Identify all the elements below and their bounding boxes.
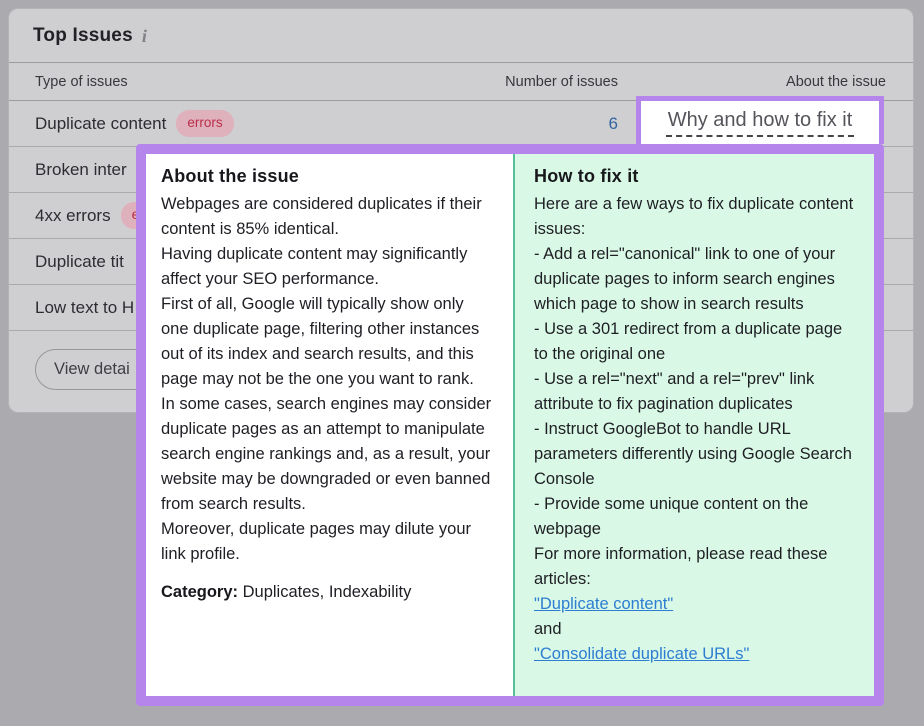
consolidate-urls-article-link[interactable]: "Consolidate duplicate URLs": [534, 645, 749, 663]
tour-highlight-inner: Why and how to fix it: [641, 101, 879, 144]
duplicate-content-article-link[interactable]: "Duplicate content": [534, 595, 673, 613]
errors-badge: errors: [176, 110, 233, 137]
category-value: Duplicates, Indexability: [243, 583, 412, 601]
how-to-fix-column: How to fix it Here are a few ways to fix…: [513, 154, 874, 696]
column-header-about: About the issue: [618, 74, 913, 90]
why-how-to-fix-link[interactable]: Why and how to fix it: [666, 109, 855, 137]
info-icon[interactable]: i: [142, 24, 147, 47]
fix-body: Here are a few ways to fix duplicate con…: [534, 192, 856, 667]
about-body: Webpages are considered duplicates if th…: [161, 192, 495, 567]
tour-highlight-frame: Why and how to fix it: [636, 96, 884, 144]
fix-heading: How to fix it: [534, 166, 856, 187]
fix-body-text: Here are a few ways to fix duplicate con…: [534, 195, 853, 588]
issue-name: Duplicate tit: [35, 252, 124, 272]
issue-name: Broken inter: [35, 160, 127, 180]
panel-titlebar: Top Issues i: [9, 9, 913, 63]
dimmed-page-backdrop: Top Issues i Type of issues Number of is…: [0, 0, 924, 726]
column-header-type: Type of issues: [9, 74, 418, 90]
issue-count-link[interactable]: 6: [609, 114, 618, 133]
column-header-number: Number of issues: [418, 74, 618, 90]
conjunction-text: and: [534, 620, 562, 638]
issue-name: 4xx errors: [35, 206, 111, 226]
about-heading: About the issue: [161, 166, 495, 187]
issue-name: Low text to H: [35, 298, 134, 318]
panel-title: Top Issues: [33, 25, 133, 47]
issue-name: Duplicate content: [35, 114, 166, 134]
category-line: Category: Duplicates, Indexability: [161, 580, 495, 605]
category-label: Category:: [161, 583, 238, 601]
about-the-issue-column: About the issue Webpages are considered …: [146, 154, 513, 696]
issue-explanation-popover: About the issue Webpages are considered …: [136, 144, 884, 706]
